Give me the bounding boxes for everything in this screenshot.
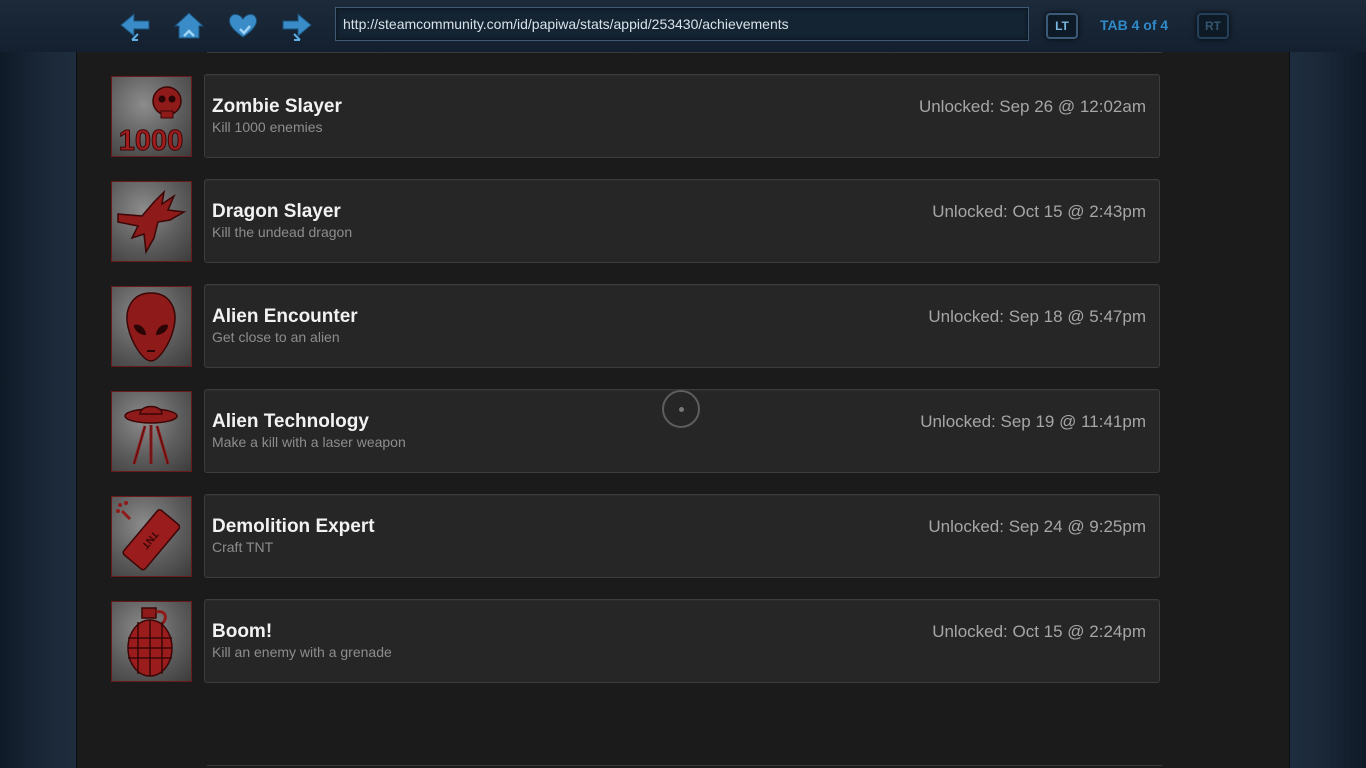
achievement-title: Alien Encounter xyxy=(212,306,358,327)
rt-trigger-button[interactable]: RT xyxy=(1197,13,1229,39)
achievement-row: Alien Technology Make a kill with a lase… xyxy=(111,389,1161,477)
achievement-description: Kill 1000 enemies xyxy=(212,119,323,135)
lt-trigger-button[interactable]: LT xyxy=(1046,13,1078,39)
achievement-row: TNT Demolition Expert Craft TNT Unlocked… xyxy=(111,494,1161,582)
achievement-description: Make a kill with a laser weapon xyxy=(212,434,406,450)
achievement-card[interactable]: Boom! Kill an enemy with a grenade Unloc… xyxy=(204,599,1160,683)
skull-1000-icon: 1000 xyxy=(111,76,192,157)
unlock-date: Unlocked: Sep 24 @ 9:25pm xyxy=(928,517,1146,536)
achievement-card[interactable]: Zombie Slayer Kill 1000 enemies Unlocked… xyxy=(204,74,1160,158)
achievement-title: Demolition Expert xyxy=(212,516,375,537)
achievement-row: Dragon Slayer Kill the undead dragon Unl… xyxy=(111,179,1161,267)
unlock-date: Unlocked: Oct 15 @ 2:43pm xyxy=(932,202,1146,221)
favorite-heart-icon[interactable] xyxy=(226,10,260,42)
divider xyxy=(207,765,1162,766)
achievement-title: Boom! xyxy=(212,621,273,642)
unlock-date: Unlocked: Sep 19 @ 11:41pm xyxy=(920,412,1146,431)
unlock-date: Unlocked: Sep 18 @ 5:47pm xyxy=(928,307,1146,326)
unlock-date: Unlocked: Sep 26 @ 12:02am xyxy=(918,97,1146,116)
dragon-icon xyxy=(111,181,192,262)
achievement-card[interactable]: Demolition Expert Craft TNT Unlocked: Se… xyxy=(204,494,1160,578)
achievement-description: Kill an enemy with a grenade xyxy=(212,644,392,660)
achievement-card[interactable]: Dragon Slayer Kill the undead dragon Unl… xyxy=(204,179,1160,263)
achievement-description: Craft TNT xyxy=(212,539,274,555)
forward-arrow-icon[interactable] xyxy=(280,10,314,42)
divider xyxy=(207,52,1162,53)
svg-text:1000: 1000 xyxy=(119,125,184,156)
ufo-icon xyxy=(111,391,192,472)
achievement-title: Alien Technology xyxy=(212,411,369,432)
achievement-row: Alien Encounter Get close to an alien Un… xyxy=(111,284,1161,372)
grenade-icon xyxy=(111,601,192,682)
achievement-description: Kill the undead dragon xyxy=(212,224,353,240)
left-margin xyxy=(0,52,77,768)
home-icon[interactable] xyxy=(172,10,206,42)
achievement-card[interactable]: Alien Encounter Get close to an alien Un… xyxy=(204,284,1160,368)
tab-indicator: TAB 4 of 4 xyxy=(1100,17,1169,33)
achievement-row: Boom! Kill an enemy with a grenade Unloc… xyxy=(111,599,1161,687)
achievement-title: Zombie Slayer xyxy=(212,96,342,117)
alien-head-icon xyxy=(111,286,192,367)
achievement-title: Dragon Slayer xyxy=(212,201,341,222)
cursor-dot xyxy=(679,407,684,412)
back-arrow-icon[interactable] xyxy=(118,10,152,42)
achievement-row: 1000 Zombie Slayer Kill 1000 enemies Unl… xyxy=(111,74,1161,162)
browser-toolbar: http://steamcommunity.com/id/papiwa/stat… xyxy=(0,0,1366,53)
tnt-icon: TNT xyxy=(111,496,192,577)
achievement-description: Get close to an alien xyxy=(212,329,340,345)
url-bar[interactable]: http://steamcommunity.com/id/papiwa/stat… xyxy=(335,7,1029,41)
unlock-date: Unlocked: Oct 15 @ 2:24pm xyxy=(932,622,1146,641)
right-margin xyxy=(1289,52,1366,768)
gamepad-cursor-icon xyxy=(662,390,700,428)
